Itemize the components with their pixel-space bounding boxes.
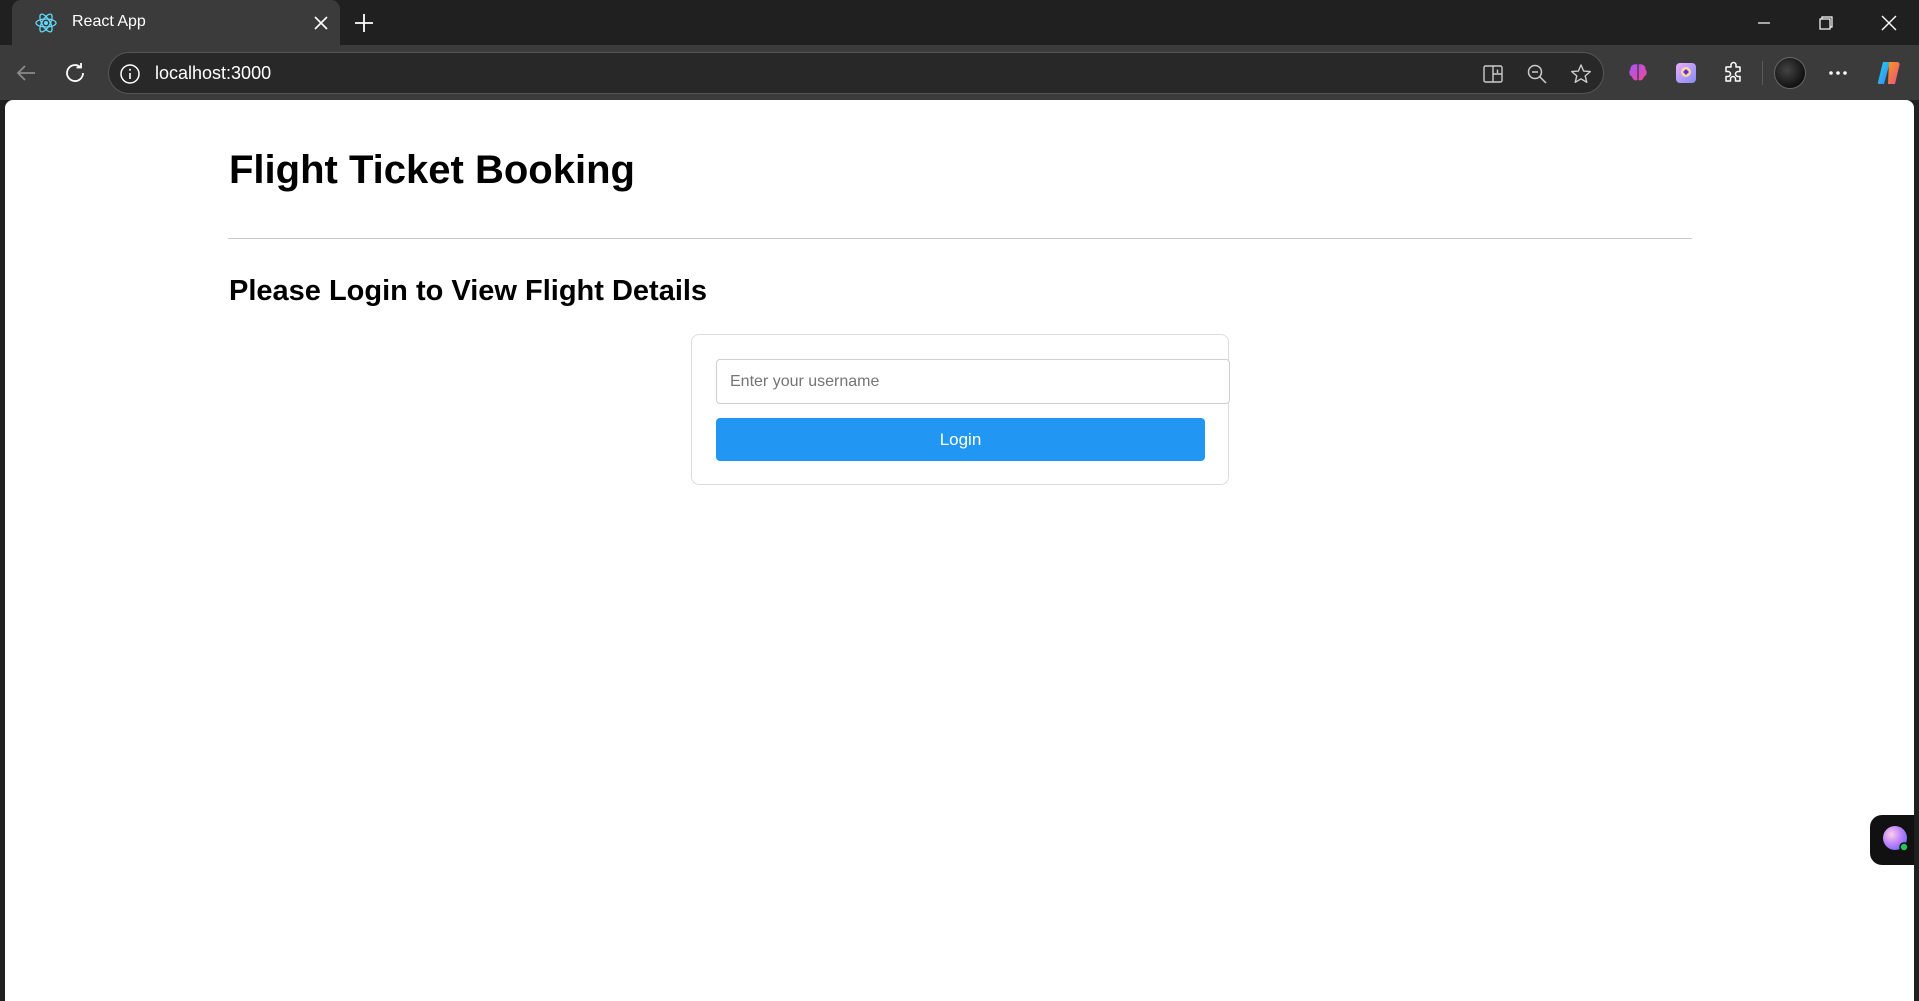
- username-input[interactable]: [716, 359, 1230, 404]
- back-arrow-icon[interactable]: [10, 57, 42, 89]
- new-tab-icon[interactable]: [350, 9, 378, 37]
- copilot-floating-button[interactable]: [1870, 815, 1914, 865]
- copilot-icon[interactable]: [1873, 57, 1905, 89]
- page-title: Flight Ticket Booking: [229, 148, 635, 192]
- tab-title: React App: [72, 13, 146, 30]
- login-button[interactable]: Login: [716, 418, 1205, 461]
- browser-title-bar: React App: [0, 0, 1919, 45]
- close-window-icon[interactable]: [1866, 8, 1912, 38]
- star-icon[interactable]: [1566, 59, 1596, 89]
- restore-icon[interactable]: [1803, 8, 1849, 38]
- address-bar[interactable]: localhost:3000: [108, 52, 1604, 94]
- puzzle-icon[interactable]: [1718, 57, 1750, 89]
- split-screen-icon[interactable]: [1478, 59, 1508, 89]
- copilot-avatar-icon: [1880, 823, 1910, 858]
- profile-avatar[interactable]: [1774, 57, 1806, 89]
- more-icon[interactable]: [1822, 57, 1854, 89]
- reload-icon[interactable]: [59, 57, 91, 89]
- toolbar-separator: [1762, 61, 1763, 85]
- info-icon[interactable]: [119, 63, 141, 85]
- page-viewport: Flight Ticket Booking Please Login to Vi…: [5, 100, 1914, 1001]
- minimize-icon[interactable]: [1741, 8, 1787, 38]
- image-extension-icon[interactable]: [1670, 57, 1702, 89]
- url-text[interactable]: localhost:3000: [155, 63, 271, 84]
- browser-tab-active[interactable]: React App: [12, 0, 340, 45]
- close-tab-icon[interactable]: [311, 13, 331, 33]
- login-card: Login: [691, 334, 1230, 485]
- react-icon: [34, 11, 58, 35]
- login-heading: Please Login to View Flight Details: [229, 275, 708, 307]
- browser-toolbar: localhost:3000: [0, 45, 1919, 100]
- header-divider: [228, 238, 1692, 239]
- zoom-out-icon[interactable]: [1522, 59, 1552, 89]
- brain-extension-icon[interactable]: [1622, 57, 1654, 89]
